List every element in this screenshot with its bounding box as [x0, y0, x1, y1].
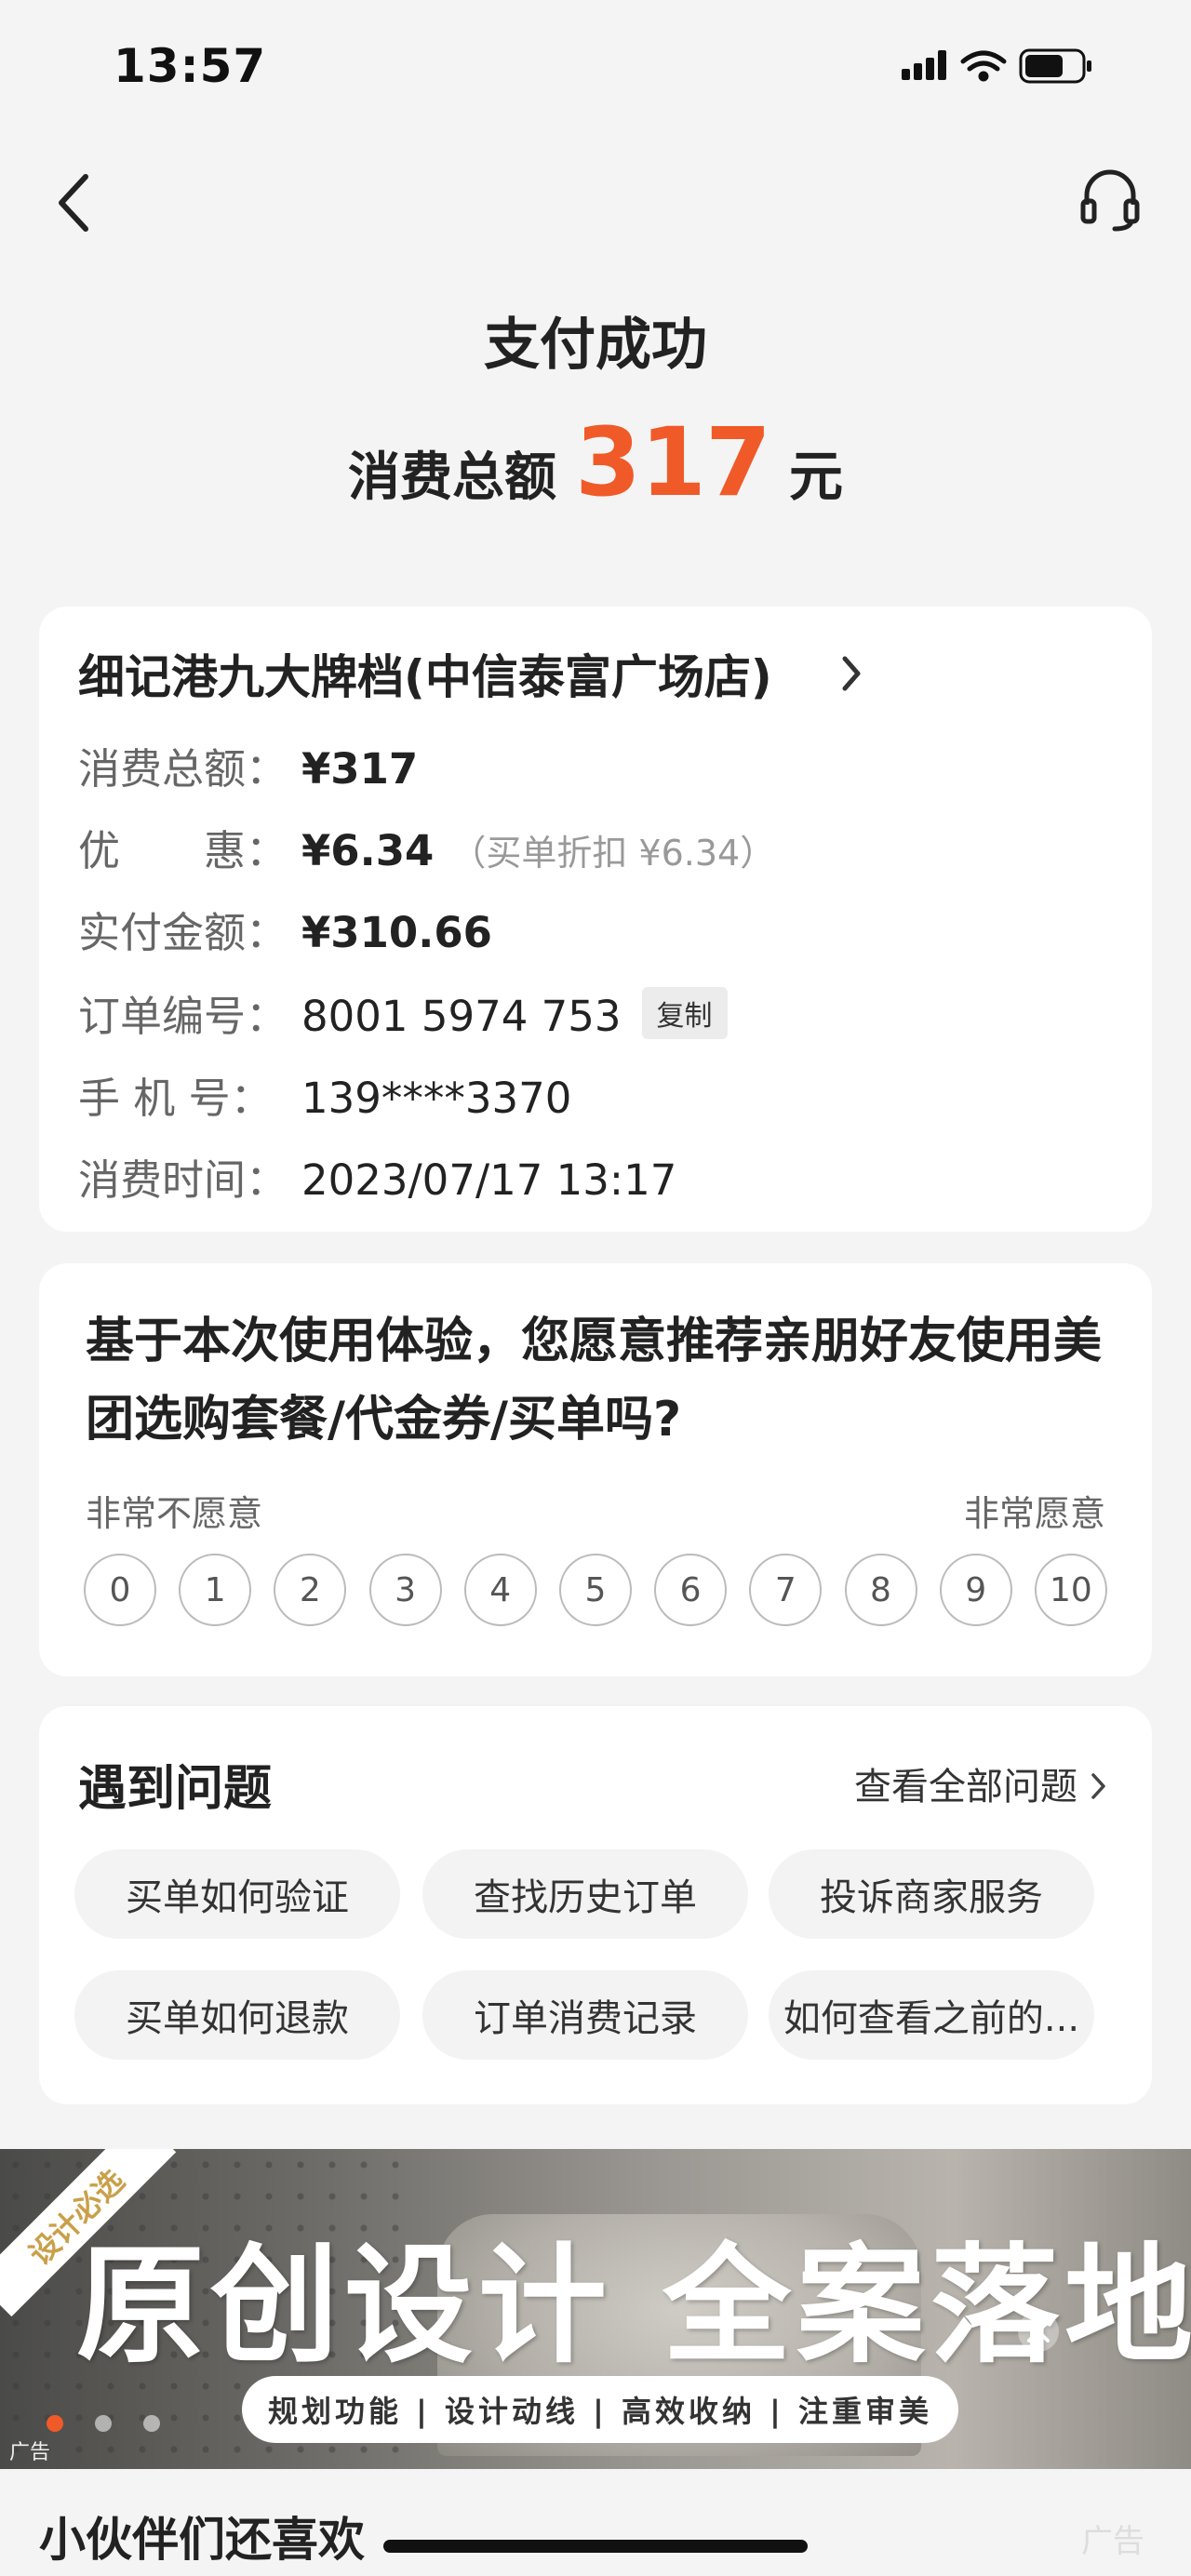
- close-icon[interactable]: [1016, 2309, 1061, 2354]
- rating-option-1[interactable]: 1: [179, 1554, 252, 1626]
- rating-scale: 0 1 2 3 4 5 6 7 8 9 10: [84, 1554, 1107, 1626]
- rating-option-6[interactable]: 6: [654, 1554, 728, 1626]
- order-row-label: 手 机 号：: [78, 1074, 273, 1123]
- survey-question: 基于本次使用体验，您愿意推荐亲朋好友使用美团选购套餐/代金券/买单吗?: [86, 1314, 1103, 1448]
- issue-chip[interactable]: 查找历史订单: [422, 1849, 748, 1939]
- nps-survey-card: 基于本次使用体验，您愿意推荐亲朋好友使用美团选购套餐/代金券/买单吗? 非常不愿…: [39, 1263, 1152, 1676]
- issue-chip[interactable]: 投诉商家服务: [769, 1849, 1094, 1939]
- copy-button[interactable]: 复制: [641, 987, 728, 1039]
- rating-option-3[interactable]: 3: [368, 1554, 442, 1626]
- order-row-discount: 优 惠： ¥6.34 （买单折扣 ¥6.34）: [78, 817, 775, 877]
- total-unit: 元: [788, 445, 843, 508]
- signal-icon: [902, 50, 946, 80]
- ad-subline: 规划功能 | 设计动线 | 高效收纳 | 注重审美: [242, 2376, 958, 2443]
- order-row-paid: 实付金额： ¥310.66: [78, 899, 492, 959]
- view-all-label: 查看全部问题: [854, 1766, 1077, 1809]
- page-title: 支付成功: [484, 313, 707, 378]
- order-row-value: 2023/07/17 13:17: [301, 1155, 677, 1205]
- battery-icon: [1019, 48, 1091, 84]
- wifi-icon: [960, 50, 1007, 82]
- order-row-label: 优 惠：: [78, 826, 288, 875]
- ad-banner[interactable]: 设计必选 原创设计 全案落地 规划功能 | 设计动线 | 高效收纳 | 注重审美…: [0, 2149, 1191, 2469]
- help-issues-card: 遇到问题 查看全部问题 买单如何验证 查找历史订单 投诉商家服务 买单如何退款 …: [39, 1706, 1152, 2104]
- total-amount: 317: [575, 407, 771, 518]
- rating-option-8[interactable]: 8: [844, 1554, 917, 1626]
- carousel-dot[interactable]: [95, 2415, 112, 2432]
- ad-label: 广告: [9, 2441, 51, 2464]
- chevron-right-icon[interactable]: [837, 647, 865, 700]
- order-row-value: 139****3370: [301, 1074, 572, 1123]
- rating-option-10[interactable]: 10: [1034, 1554, 1107, 1626]
- total-summary: 消费总额 317 元: [0, 407, 1191, 518]
- status-time: 13:57: [114, 39, 267, 93]
- order-row-label: 消费时间：: [78, 1155, 288, 1205]
- status-icons: [902, 48, 1091, 84]
- scale-high-label: 非常愿意: [963, 1493, 1105, 1534]
- carousel-dot-active[interactable]: [47, 2415, 63, 2432]
- order-detail-card: 细记港九大牌档(中信泰富广场店) 消费总额： ¥317 优 惠： ¥6.34 （买单折…: [39, 607, 1152, 1232]
- order-row-label: 订单编号：: [78, 992, 288, 1041]
- carousel-dot[interactable]: [143, 2415, 160, 2432]
- ad-label: 广告: [1081, 2523, 1144, 2560]
- discount-note: （买单折扣 ¥6.34）: [450, 833, 776, 874]
- issue-chip[interactable]: 订单消费记录: [422, 1970, 748, 2060]
- order-row-total: 消费总额： ¥317: [78, 735, 418, 795]
- rating-option-4[interactable]: 4: [463, 1554, 537, 1626]
- rating-option-7[interactable]: 7: [749, 1554, 823, 1626]
- order-row-label: 消费总额：: [78, 744, 288, 794]
- order-row-value: ¥317: [301, 744, 419, 794]
- store-name[interactable]: 细记港九大牌档(中信泰富广场店): [78, 640, 772, 707]
- customer-service-icon[interactable]: [1077, 167, 1143, 234]
- scale-low-label: 非常不愿意: [86, 1493, 263, 1534]
- order-row-label: 实付金额：: [78, 908, 288, 957]
- order-row-phone: 手 机 号： 139****3370: [78, 1064, 571, 1125]
- issue-chip[interactable]: 买单如何验证: [74, 1849, 400, 1939]
- rating-option-2[interactable]: 2: [274, 1554, 347, 1626]
- rating-option-0[interactable]: 0: [84, 1554, 156, 1626]
- order-row-number: 订单编号： 8001 5974 753 复制: [78, 982, 728, 1043]
- ad-headline: 原创设计 全案落地: [76, 2231, 1191, 2381]
- rating-option-5[interactable]: 5: [558, 1554, 632, 1626]
- total-label: 消费总额: [348, 447, 557, 508]
- back-icon[interactable]: [48, 169, 100, 236]
- home-indicator[interactable]: [383, 2540, 808, 2553]
- view-all-issues-link[interactable]: 查看全部问题: [854, 1756, 1109, 1810]
- rating-option-9[interactable]: 9: [939, 1554, 1012, 1626]
- order-row-value: ¥310.66: [301, 908, 492, 957]
- order-row-value: 8001 5974 753: [301, 992, 622, 1041]
- issue-chip[interactable]: 买单如何退款: [74, 1970, 400, 2060]
- recommend-title: 小伙伴们还喜欢: [39, 2513, 365, 2567]
- order-row-value: ¥6.34: [301, 826, 435, 875]
- order-row-time: 消费时间： 2023/07/17 13:17: [78, 1146, 676, 1207]
- issue-chip[interactable]: 如何查看之前的...: [769, 1970, 1094, 2060]
- chevron-right-icon: [1091, 1773, 1105, 1799]
- issues-title: 遇到问题: [78, 1761, 273, 1817]
